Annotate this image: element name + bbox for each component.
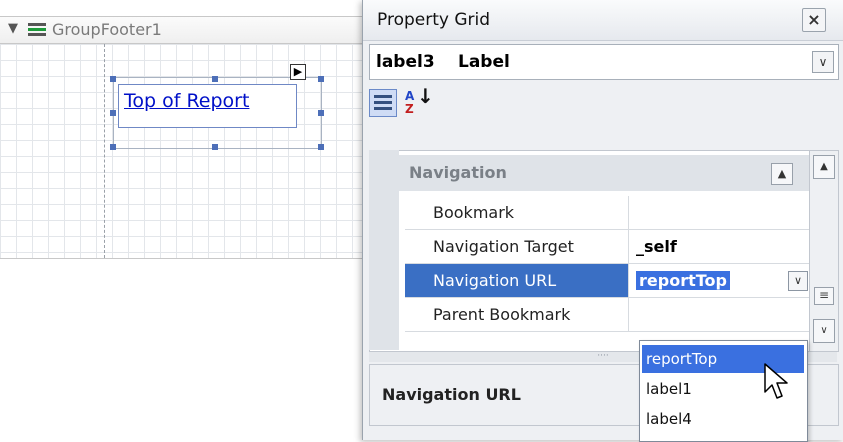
property-row-bookmark[interactable]: Bookmark <box>405 196 809 230</box>
category-label: Navigation <box>409 163 507 182</box>
categorized-view-icon[interactable] <box>369 89 397 117</box>
navigation-url-value[interactable]: reportTop <box>636 271 730 290</box>
property-row-navigation-url[interactable]: Navigation URL reportTop ∨ <box>405 264 809 298</box>
group-footer-band-icon <box>28 23 46 37</box>
smart-tag-button[interactable]: ▶ <box>290 64 306 80</box>
resize-handle[interactable] <box>110 76 116 82</box>
property-name: Navigation URL <box>405 264 629 297</box>
property-value[interactable]: _self <box>630 230 808 263</box>
scroll-thumb[interactable]: ≡ <box>814 287 834 305</box>
property-row-navigation-target[interactable]: Navigation Target _self <box>405 230 809 264</box>
property-grid-title: Property Grid <box>377 10 491 30</box>
description-title: Navigation URL <box>382 385 521 404</box>
property-grid-toolbar: A Z ↓ <box>363 82 843 122</box>
scroll-up-icon[interactable]: ▲ <box>813 155 835 179</box>
property-grid-titlebar[interactable]: Property Grid × <box>363 0 843 41</box>
resize-handle[interactable] <box>318 76 324 82</box>
chevron-down-icon[interactable]: ∨ <box>812 51 834 73</box>
vertical-scrollbar[interactable]: ▲ ≡ ∨ <box>809 150 839 352</box>
property-value[interactable] <box>630 298 808 331</box>
property-name: Bookmark <box>405 196 629 229</box>
resize-handle[interactable] <box>110 110 116 116</box>
mouse-cursor-icon <box>764 363 788 399</box>
chevron-down-icon[interactable]: ∨ <box>788 271 808 291</box>
resize-handle[interactable] <box>110 144 116 150</box>
scroll-down-icon[interactable]: ∨ <box>813 319 835 343</box>
dropdown-option[interactable]: label4 <box>642 405 804 433</box>
property-row-parent-bookmark[interactable]: Parent Bookmark <box>405 298 809 332</box>
alphabetical-sort-icon[interactable]: A Z ↓ <box>403 86 434 116</box>
band-title: GroupFooter1 <box>52 20 162 39</box>
category-row-navigation[interactable]: Navigation ▲ <box>369 155 809 191</box>
report-label-text[interactable]: Top of Report <box>124 90 249 112</box>
resize-handle[interactable] <box>318 110 324 116</box>
object-selector[interactable]: label3 Label ∨ <box>369 44 839 80</box>
margin-guide-line <box>104 44 105 258</box>
resize-handle[interactable] <box>212 76 218 82</box>
collapse-arrow-icon[interactable]: ▼ <box>8 21 18 36</box>
collapse-category-icon[interactable]: ▲ <box>771 163 793 185</box>
band-header[interactable]: ▼ GroupFooter1 <box>0 16 370 44</box>
navigation-url-editor[interactable]: reportTop ∨ <box>630 264 808 297</box>
resize-handle[interactable] <box>318 144 324 150</box>
report-designer-surface: ▼ GroupFooter1 Top of Report ▶ <box>0 0 370 440</box>
close-icon[interactable]: × <box>802 8 826 32</box>
selected-object-name: label3 <box>376 52 435 72</box>
property-value[interactable] <box>630 196 808 229</box>
resize-handle[interactable] <box>212 144 218 150</box>
selected-object-type: Label <box>458 52 510 72</box>
property-name: Parent Bookmark <box>405 298 629 331</box>
property-name: Navigation Target <box>405 230 629 263</box>
